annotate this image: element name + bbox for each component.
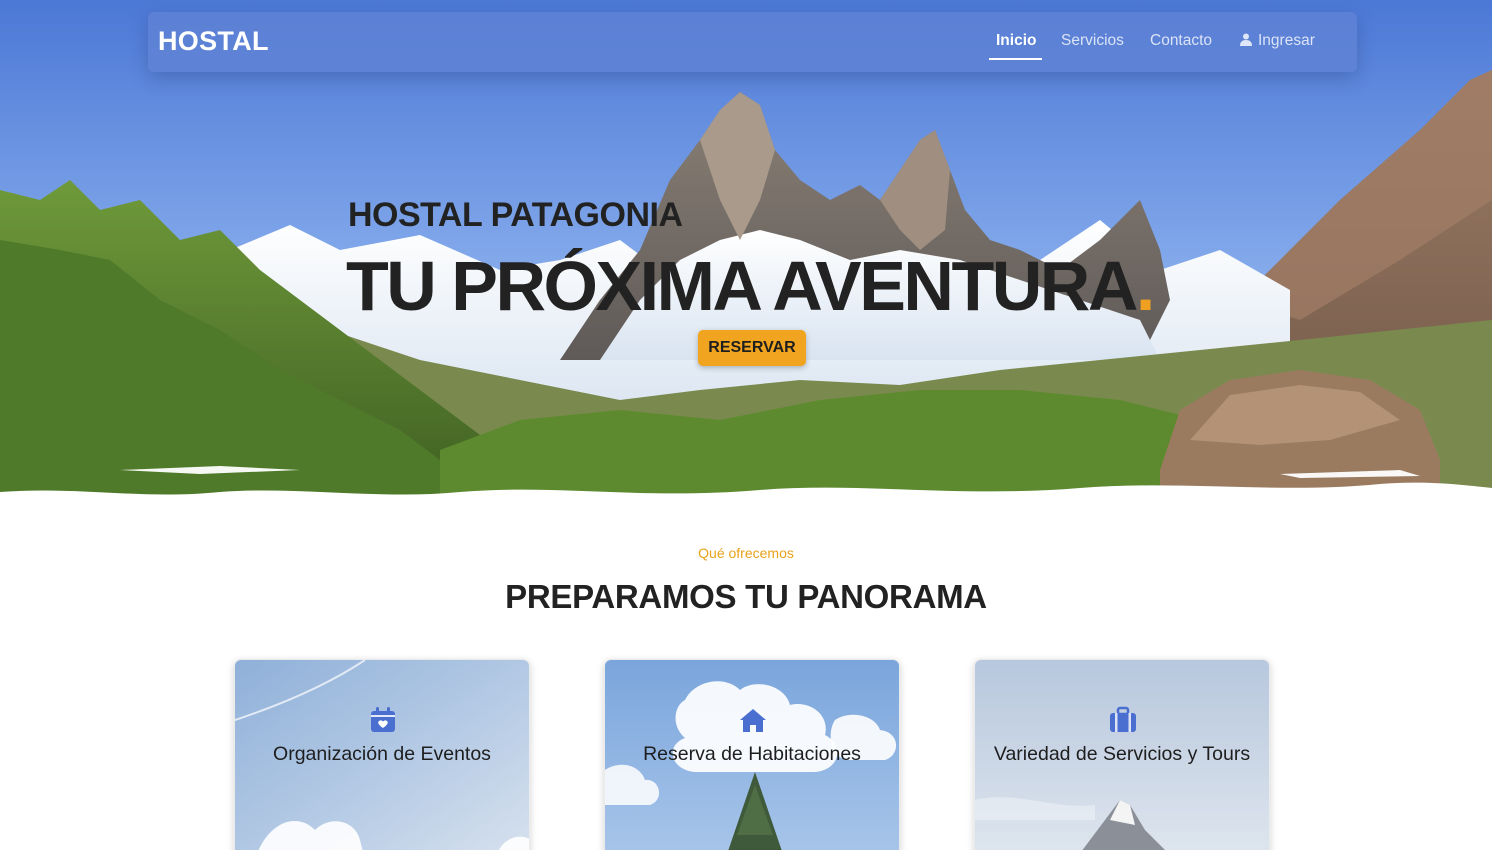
reserve-button[interactable]: RESERVAR <box>698 330 806 366</box>
service-card-rooms[interactable]: Reserva de Habitaciones <box>604 659 900 850</box>
card-title: Organización de Eventos <box>273 743 491 765</box>
top-navbar: HOSTAL Inicio Servicios Contacto Ingresa… <box>148 12 1357 72</box>
section-title: PREPARAMOS TU PANORAMA <box>505 578 987 615</box>
service-card-events[interactable]: Organización de Eventos <box>234 659 530 850</box>
nav-servicios[interactable]: Servicios <box>1061 32 1124 50</box>
hero-title-text: TU PRÓXIMA AVENTURA <box>346 247 1138 325</box>
nav-ingresar[interactable]: Ingresar <box>1240 32 1315 50</box>
nav-contacto[interactable]: Contacto <box>1150 32 1212 50</box>
active-nav-indicator <box>989 58 1042 60</box>
hero-subtitle: HOSTAL PATAGONIA <box>348 196 683 234</box>
hero-title: TU PRÓXIMA AVENTURA. <box>346 246 1155 326</box>
suitcase-icon <box>1110 706 1136 732</box>
nav-inicio[interactable]: Inicio <box>996 32 1036 50</box>
card-title: Reserva de Habitaciones <box>643 743 861 765</box>
house-icon <box>740 709 766 732</box>
service-card-tours[interactable]: Variedad de Servicios y Tours <box>974 659 1270 850</box>
section-eyebrow: Qué ofrecemos <box>698 545 794 561</box>
brand-logo[interactable]: HOSTAL <box>158 26 269 57</box>
user-icon <box>1240 33 1252 46</box>
hero-title-dot: . <box>1135 247 1155 325</box>
card-title: Variedad de Servicios y Tours <box>993 743 1251 765</box>
calendar-heart-icon <box>371 707 395 732</box>
hero-banner: HOSTAL Inicio Servicios Contacto Ingresa… <box>0 0 1492 510</box>
nav-ingresar-label: Ingresar <box>1258 32 1315 49</box>
